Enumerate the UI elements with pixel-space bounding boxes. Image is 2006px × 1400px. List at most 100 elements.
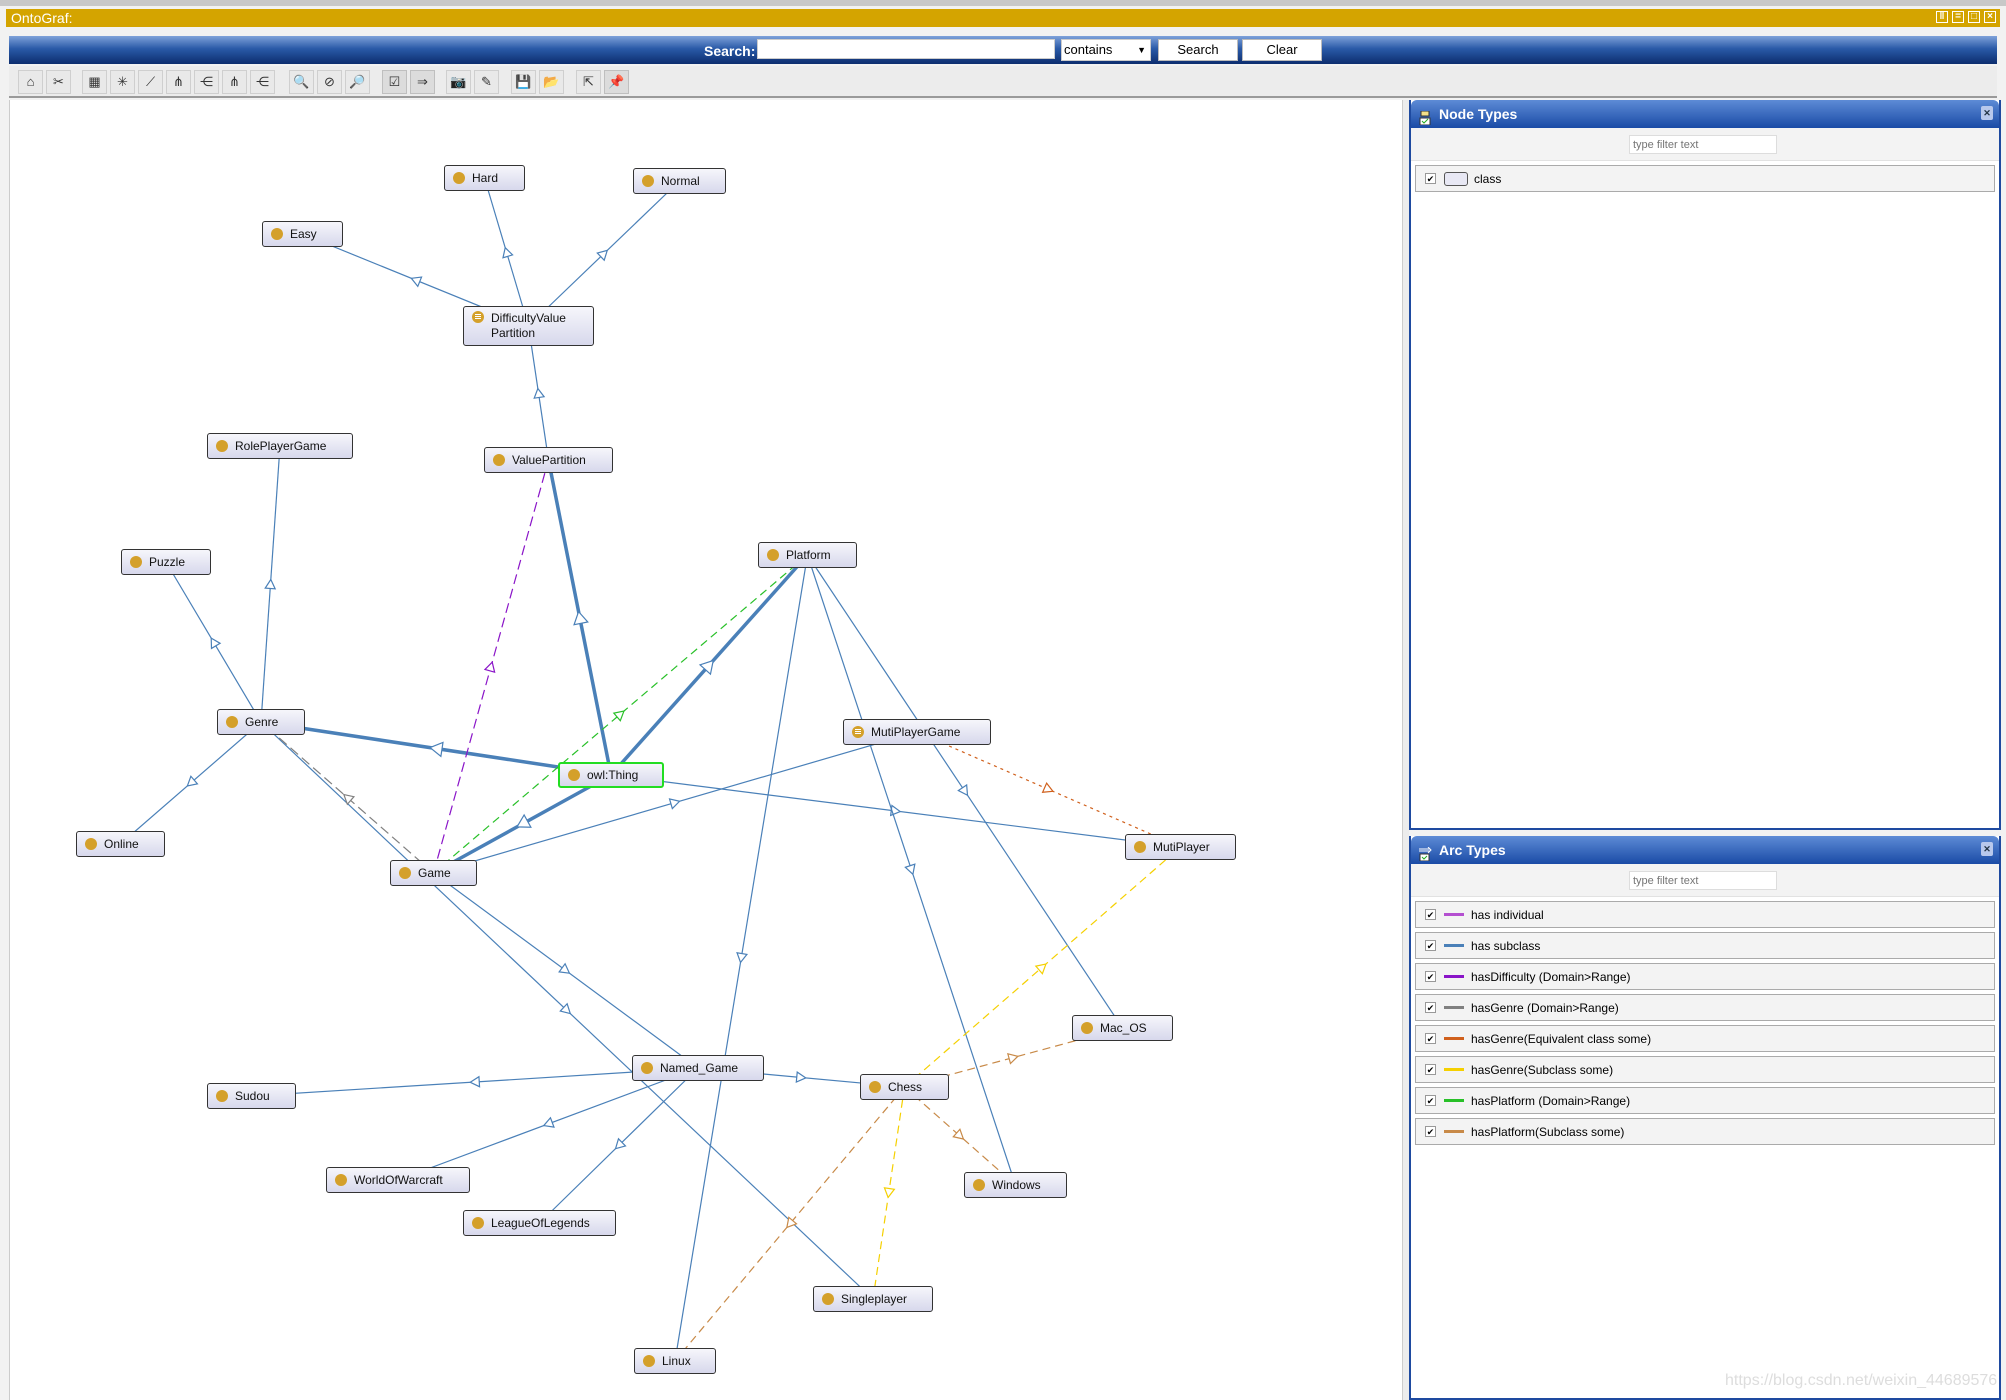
graph-node-genre[interactable]: Genre [217,709,305,735]
zoom-out-button[interactable]: 🔎 [345,70,370,94]
graph-edge[interactable] [546,459,613,776]
remove-graph-button[interactable]: ✂ [46,70,71,94]
graph-node-owlthing[interactable]: owl:Thing [558,762,664,788]
graph-node-difficultyvaluepartition[interactable]: DifficultyValue Partition [463,306,594,346]
arc-type-row[interactable]: ✔ has subclass [1415,932,1995,959]
arc-type-row[interactable]: ✔ hasDifficulty (Domain>Range) [1415,963,1995,990]
graph-edge[interactable] [527,325,550,461]
node-type-checkbox[interactable]: ✔ [1425,173,1436,184]
graph-edge[interactable] [432,459,550,874]
search-mode-select[interactable]: contains ▼ [1061,39,1151,61]
graph-node-platform[interactable]: Platform [758,542,857,568]
graph-edge[interactable] [260,445,281,723]
clear-button[interactable]: Clear [1242,39,1322,61]
close-icon[interactable]: ✕ [1981,842,1993,856]
graph-edge[interactable] [120,721,262,845]
edge-arrowhead [883,1187,896,1199]
graph-edge[interactable] [609,553,809,777]
tile-horizontal-icon[interactable]: = [1952,11,1964,23]
node-types-filter-input[interactable] [1629,135,1777,154]
home-button[interactable]: ⌂ [18,70,43,94]
graph-node-linux[interactable]: Linux [634,1348,716,1374]
arc-type-checkbox[interactable]: ✔ [1425,1095,1436,1106]
node-type-row[interactable]: ✔ class [1415,165,1995,192]
graph-edge[interactable] [528,180,680,327]
graph-node-puzzle[interactable]: Puzzle [121,549,211,575]
close-icon[interactable]: × [1984,11,1996,23]
graph-node-mac_os[interactable]: Mac_OS [1072,1015,1173,1041]
graph-edge[interactable] [904,846,1181,1088]
graph-edge[interactable] [433,872,699,1069]
arc-type-checkbox[interactable]: ✔ [1425,940,1436,951]
arc-types-filter-input[interactable] [1629,871,1777,890]
graph-edge[interactable] [539,1067,699,1224]
arc-type-row[interactable]: ✔ hasPlatform (Domain>Range) [1415,1087,1995,1114]
graph-node-worldofwarcraft[interactable]: WorldOfWarcraft [326,1167,470,1193]
graph-edge[interactable] [674,1086,905,1362]
export-button[interactable]: ⇱ [576,70,601,94]
radial-layout-button[interactable]: ✳ [110,70,135,94]
arc-type-checkbox[interactable]: ✔ [1425,1064,1436,1075]
graph-node-sudou[interactable]: Sudou [207,1083,296,1109]
graph-node-online[interactable]: Online [76,831,165,857]
arc-type-checkbox[interactable]: ✔ [1425,1033,1436,1044]
arc-type-checkbox[interactable]: ✔ [1425,909,1436,920]
graph-node-leagueoflegends[interactable]: LeagueOfLegends [463,1210,616,1236]
node-label: Platform [786,548,831,562]
edge-arrowhead [957,783,969,797]
horizontal-tree-layout-button[interactable]: ⋲ [194,70,219,94]
graph-node-named_game[interactable]: Named_Game [632,1055,764,1081]
graph-canvas[interactable]: Hard Normal Easy DifficultyValue Partition Ro… [9,100,1403,1400]
graph-edge[interactable] [432,773,612,875]
graph-node-mutiplayer[interactable]: MutiPlayer [1125,834,1236,860]
zoom-in-button[interactable]: 🔍 [289,70,314,94]
grid-layout-button[interactable]: ▦ [82,70,107,94]
save-button[interactable]: 💾 [511,70,536,94]
graph-edge[interactable] [165,561,262,723]
vertical-directed-layout-button[interactable]: ⋔ [222,70,247,94]
maximize-icon[interactable]: □ [1968,11,1980,23]
panel-splitter[interactable] [1402,100,1409,1400]
search-input[interactable] [757,39,1055,59]
arc-types-toggle-icon: ⇒ [417,74,428,89]
graph-node-roleplayergame[interactable]: RolePlayerGame [207,433,353,459]
graph-edge[interactable] [483,177,530,327]
arc-type-row[interactable]: ✔ hasGenre(Equivalent class some) [1415,1025,1995,1052]
pin-button[interactable]: 📌 [604,70,629,94]
arc-type-checkbox[interactable]: ✔ [1425,1002,1436,1013]
graph-edge[interactable] [674,554,809,1362]
arc-type-checkbox[interactable]: ✔ [1425,1126,1436,1137]
tile-vertical-icon[interactable]: ‖ [1936,11,1948,23]
zoom-reset-button[interactable]: ⊘ [317,70,342,94]
arc-types-toggle-button[interactable]: ⇒ [410,70,435,94]
graph-edge[interactable] [433,731,918,874]
arc-type-row[interactable]: ✔ has individual [1415,901,1995,928]
search-button[interactable]: Search [1158,39,1238,61]
graph-edge[interactable] [807,554,1123,1029]
close-icon[interactable]: ✕ [1981,106,1993,120]
arc-type-row[interactable]: ✔ hasPlatform(Subclass some) [1415,1118,1995,1145]
graph-node-normal[interactable]: Normal [633,168,726,194]
arc-type-checkbox[interactable]: ✔ [1425,971,1436,982]
camera-button[interactable]: 📷 [446,70,471,94]
spring-layout-button[interactable]: ⟋ [138,70,163,94]
node-types-toggle-button[interactable]: ☑ [382,70,407,94]
graph-node-mutiplayergame[interactable]: MutiPlayerGame [843,719,991,745]
graph-edge[interactable] [433,554,808,874]
graph-node-easy[interactable]: Easy [262,221,343,247]
graph-node-hard[interactable]: Hard [444,165,525,191]
graph-node-game[interactable]: Game [390,860,477,886]
graph-edge[interactable] [610,774,1181,848]
arc-type-row[interactable]: ✔ hasGenre(Subclass some) [1415,1056,1995,1083]
graph-edge[interactable] [397,1067,699,1181]
open-folder-button[interactable]: 📂 [539,70,564,94]
edit-note-button[interactable]: ✎ [474,70,499,94]
node-label: Singleplayer [841,1292,908,1306]
horizontal-directed-layout-button[interactable]: ⋲ [250,70,275,94]
graph-node-windows[interactable]: Windows [964,1172,1067,1198]
graph-node-valuepartition[interactable]: ValuePartition [484,447,613,473]
vertical-tree-layout-button[interactable]: ⋔ [166,70,191,94]
graph-node-chess[interactable]: Chess [860,1074,949,1100]
graph-node-singleplayer[interactable]: Singleplayer [813,1286,933,1312]
arc-type-row[interactable]: ✔ hasGenre (Domain>Range) [1415,994,1995,1021]
